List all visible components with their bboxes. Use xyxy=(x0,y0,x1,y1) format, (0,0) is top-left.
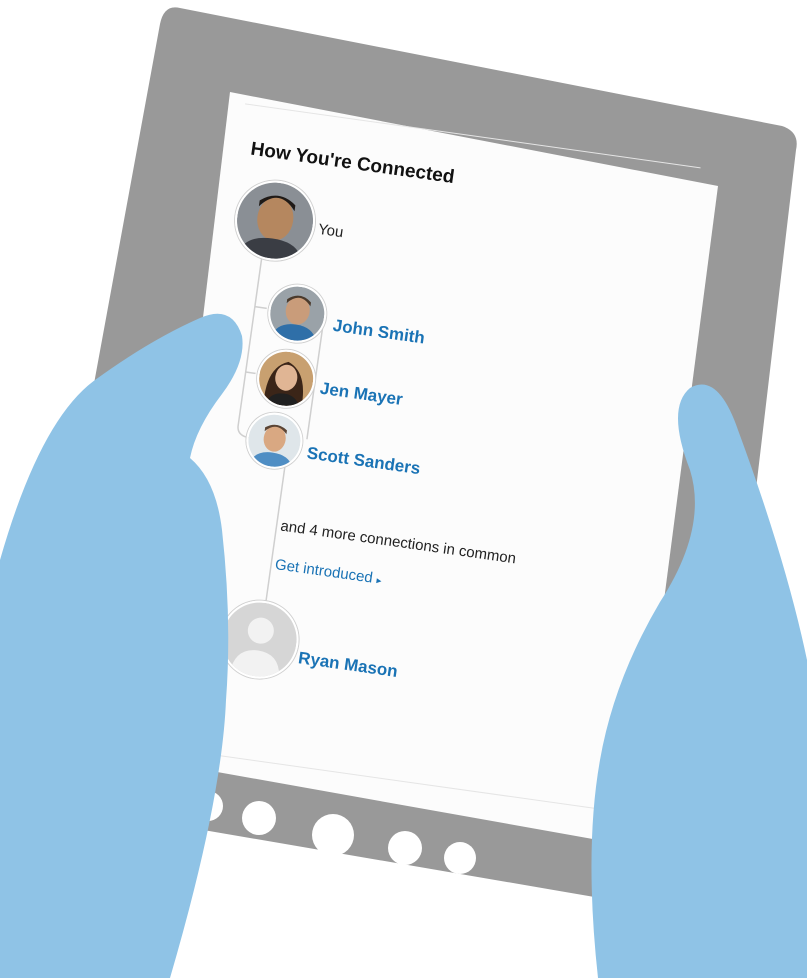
right-hand xyxy=(591,384,807,978)
left-hand xyxy=(0,313,243,978)
illustration-scene: How You're Connected You John Smith Jen … xyxy=(0,0,807,978)
hands-illustration xyxy=(0,313,807,978)
